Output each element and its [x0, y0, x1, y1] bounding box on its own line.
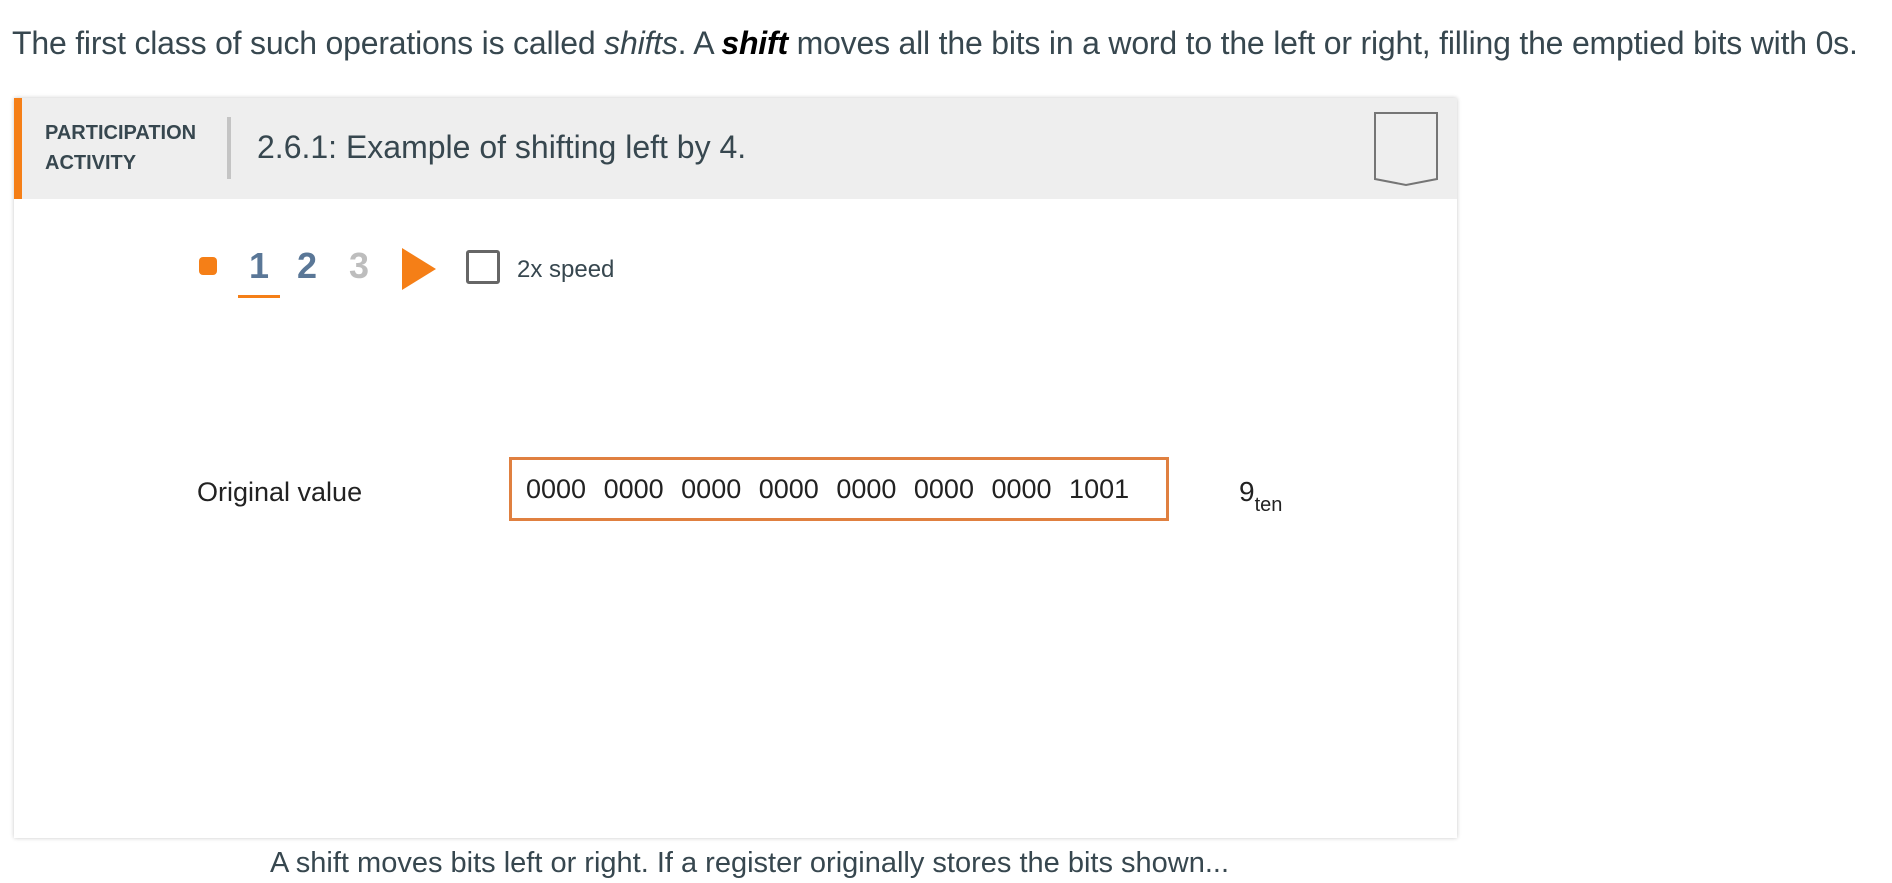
activity-accent-bar: [14, 98, 22, 199]
intro-text-3: moves all the bits in a word to the left…: [787, 25, 1858, 61]
intro-paragraph: The first class of such operations is ca…: [12, 20, 1858, 66]
activity-title: 2.6.1: Example of shifting left by 4.: [257, 129, 747, 165]
intro-term-shift: shift: [721, 25, 788, 61]
bit-group: 0000: [836, 474, 897, 504]
play-icon[interactable]: [402, 248, 436, 290]
start-button[interactable]: [199, 257, 217, 275]
participation-activity: PARTICIPATION ACTIVITY 2.6.1: Example of…: [14, 98, 1457, 879]
bit-group: 0000: [991, 474, 1052, 504]
speed-label: 2x speed: [517, 256, 615, 283]
bit-group: 1001: [1069, 474, 1130, 504]
bit-group: 0000: [681, 474, 742, 504]
bookmark-icon[interactable]: [1373, 111, 1439, 187]
intro-text-2: . A: [677, 25, 722, 61]
activity-header: PARTICIPATION ACTIVITY 2.6.1: Example of…: [14, 98, 1457, 199]
intro-text-1: The first class of such operations is ca…: [12, 25, 605, 61]
step-3-button[interactable]: 3: [349, 238, 369, 294]
bit-group: 0000: [758, 474, 819, 504]
decimal-base: ten: [1254, 494, 1283, 516]
bit-group: 0000: [526, 474, 587, 504]
speed-checkbox[interactable]: [466, 250, 500, 284]
activity-type-line1: PARTICIPATION: [45, 122, 197, 144]
header-divider: [227, 117, 231, 179]
step-1-button[interactable]: 1: [249, 238, 269, 294]
activity-type-line2: ACTIVITY: [45, 152, 137, 174]
animation-caption: A shift moves bits left or right. If a r…: [270, 847, 1230, 879]
register-value-box: 0000 0000 0000 0000 0000 0000 0000 1001: [509, 457, 1169, 521]
decimal-number: 9: [1239, 476, 1255, 507]
decimal-value: 9ten: [1239, 472, 1282, 525]
bit-group: 0000: [603, 474, 664, 504]
current-step-indicator: [238, 295, 280, 298]
step-2-button[interactable]: 2: [297, 238, 317, 294]
activity-type-label: PARTICIPATION ACTIVITY: [45, 118, 215, 178]
original-value-label: Original value: [197, 477, 363, 507]
intro-term-shifts: shifts: [604, 25, 678, 61]
bit-group: 0000: [913, 474, 974, 504]
